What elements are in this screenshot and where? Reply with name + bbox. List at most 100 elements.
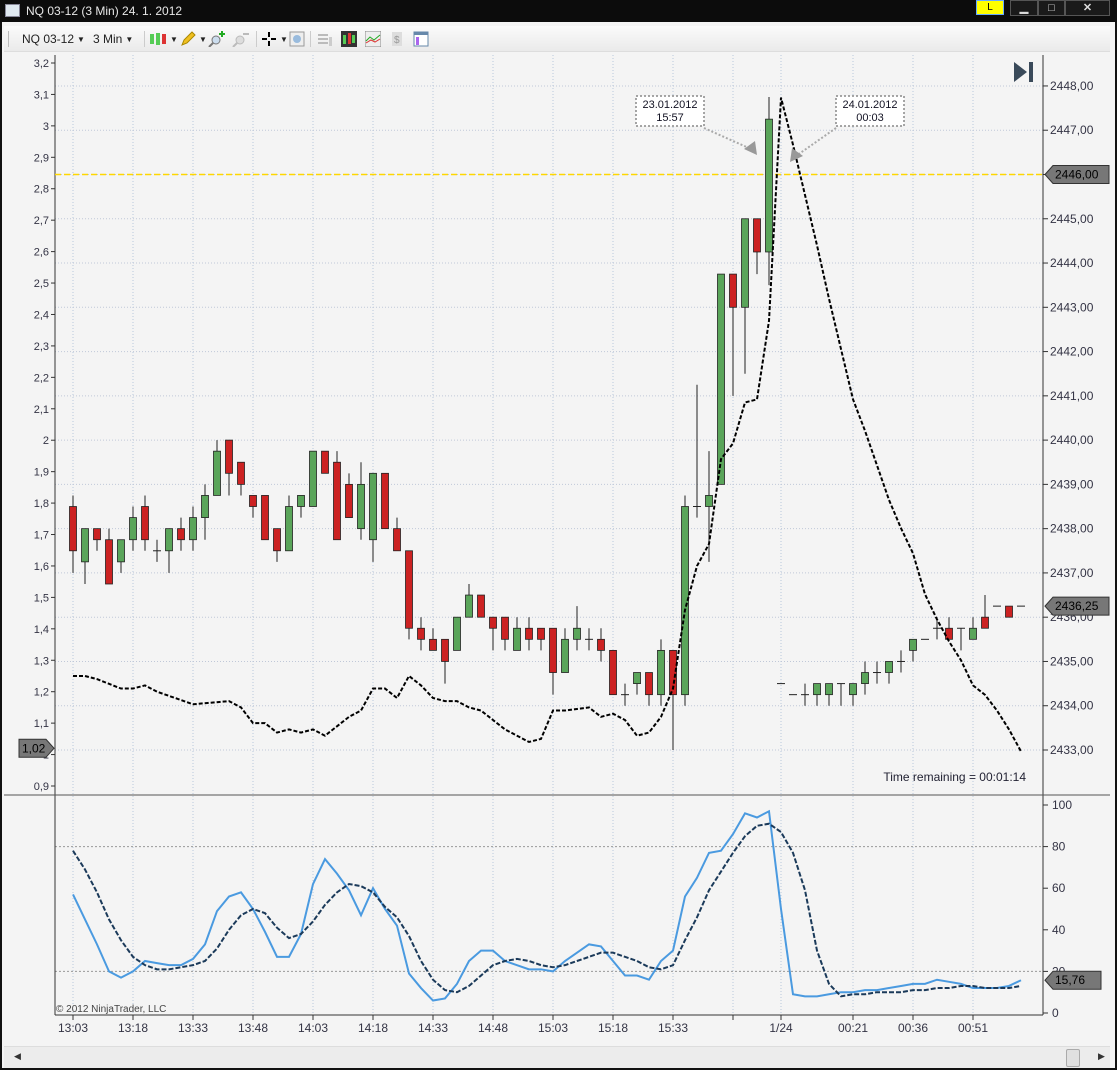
candle: [381, 472, 389, 530]
left-axis-label: 1,9: [34, 467, 49, 479]
candle-body: [525, 627, 533, 640]
left-axis-label: 1,6: [34, 561, 49, 573]
candle-body: [453, 616, 461, 651]
candle-body: [393, 528, 401, 552]
left-axis-label: 1,3: [34, 655, 49, 667]
price-axis-label: 2438,00: [1050, 522, 1094, 536]
candle-body: [81, 528, 89, 563]
candle: [309, 450, 317, 507]
chart-canvas[interactable]: 13:03 13:18 13:33 13:48 14:03 14:18 14:33 14:48…: [0, 0, 1117, 1070]
osc-axis-label: 100: [1052, 798, 1072, 812]
candle-body: [333, 461, 341, 541]
candle-body: [729, 273, 737, 308]
price-axis-label: 2444,00: [1050, 256, 1094, 270]
left-axis-label: 2,7: [34, 215, 49, 227]
candle-body: [321, 450, 329, 474]
candle-body: [597, 638, 605, 651]
time-label: 00:36: [898, 1021, 928, 1035]
candle: [321, 450, 329, 474]
time-remaining-label: Time remaining = 00:01:14: [883, 770, 1026, 784]
time-label: 14:33: [418, 1021, 448, 1035]
copyright-label: © 2012 NinjaTrader, LLC: [56, 1004, 166, 1015]
candle-body: [285, 506, 293, 552]
candle-body: [429, 638, 437, 651]
candle-body: [129, 517, 137, 541]
time-label: 13:33: [178, 1021, 208, 1035]
candle-body: [741, 218, 749, 308]
scroll-right-icon[interactable]: ▶: [1098, 1051, 1105, 1062]
hline-price-tag-text: 2446,00: [1055, 167, 1099, 181]
candle: [333, 451, 341, 541]
left-axis-label: 2,3: [34, 341, 49, 353]
candle-body: [981, 616, 989, 629]
left-axis-label: 2,2: [34, 372, 49, 384]
scroll-left-icon[interactable]: ◀: [14, 1051, 21, 1062]
candle-body: [465, 594, 473, 618]
candle-body: [381, 472, 389, 530]
candle-body: [753, 218, 761, 253]
time-label: 13:03: [58, 1021, 88, 1035]
price-axis-label: 2443,00: [1050, 300, 1094, 314]
candle: [609, 649, 617, 696]
time-label: 13:18: [118, 1021, 148, 1035]
annotation-time: 15:57: [656, 112, 684, 124]
price-axis-label: 2434,00: [1050, 699, 1094, 713]
horizontal-scrollbar[interactable]: ◀ ▶: [4, 1046, 1110, 1068]
candle-body: [93, 528, 101, 541]
annotation-time: 00:03: [856, 112, 884, 124]
left-axis-label: 2: [43, 435, 49, 447]
left-axis-label: 1,1: [34, 718, 49, 730]
price-axis-label: 2437,00: [1050, 566, 1094, 580]
candle-body: [117, 539, 125, 563]
time-label: 15:18: [598, 1021, 628, 1035]
candle-body: [501, 616, 509, 640]
price-axis-label: 2439,00: [1050, 477, 1094, 491]
candle-body: [249, 495, 257, 507]
candle-body: [165, 528, 173, 552]
price-axis-label: 2442,00: [1050, 345, 1094, 359]
candle-body: [177, 528, 185, 541]
candle: [477, 594, 485, 618]
time-label: 00:51: [958, 1021, 988, 1035]
left-axis-label: 2,9: [34, 152, 49, 164]
candle-body: [885, 661, 893, 673]
candle-body: [861, 672, 869, 684]
candle-body: [573, 627, 581, 640]
candle: [1005, 605, 1013, 618]
price-axis-label: 2447,00: [1050, 123, 1094, 137]
candle: [405, 550, 413, 640]
candle-body: [105, 539, 113, 585]
candle-body: [549, 627, 557, 673]
candle-body: [69, 506, 77, 552]
left-axis-label: 2,6: [34, 247, 49, 259]
osc-axis-label: 40: [1052, 923, 1066, 937]
candle-body: [705, 495, 713, 507]
candle-body: [369, 472, 377, 541]
price-axis-label: 2448,00: [1050, 79, 1094, 93]
time-label: 1/24: [769, 1021, 793, 1035]
hline-price-tag: 2446,00: [1044, 164, 1110, 184]
candle-body: [657, 649, 665, 696]
left-value-tag: 1,02: [18, 738, 55, 758]
left-axis-label: 2,1: [34, 404, 49, 416]
candle-body: [189, 517, 197, 541]
candle-body: [717, 273, 725, 485]
left-axis-label: 3,1: [34, 89, 49, 101]
candle-body: [309, 450, 317, 507]
candle-body: [561, 638, 569, 673]
time-label: 14:18: [358, 1021, 388, 1035]
scroll-thumb[interactable]: [1066, 1049, 1080, 1067]
candle: [453, 616, 461, 651]
candle-body: [297, 495, 305, 507]
candle-body: [849, 683, 857, 696]
oscillator-value-tag: 15,76: [1044, 970, 1102, 990]
left-axis-label: 3,2: [34, 58, 49, 70]
last-price-tag: 2436,25: [1044, 596, 1110, 616]
plot-area: [55, 55, 1043, 1015]
price-axis-label: 2441,00: [1050, 389, 1094, 403]
end-bar-icon: [1029, 62, 1033, 82]
candle-body: [345, 483, 353, 518]
candle-body: [273, 528, 281, 552]
time-label: 15:33: [658, 1021, 688, 1035]
candle-body: [1005, 605, 1013, 618]
